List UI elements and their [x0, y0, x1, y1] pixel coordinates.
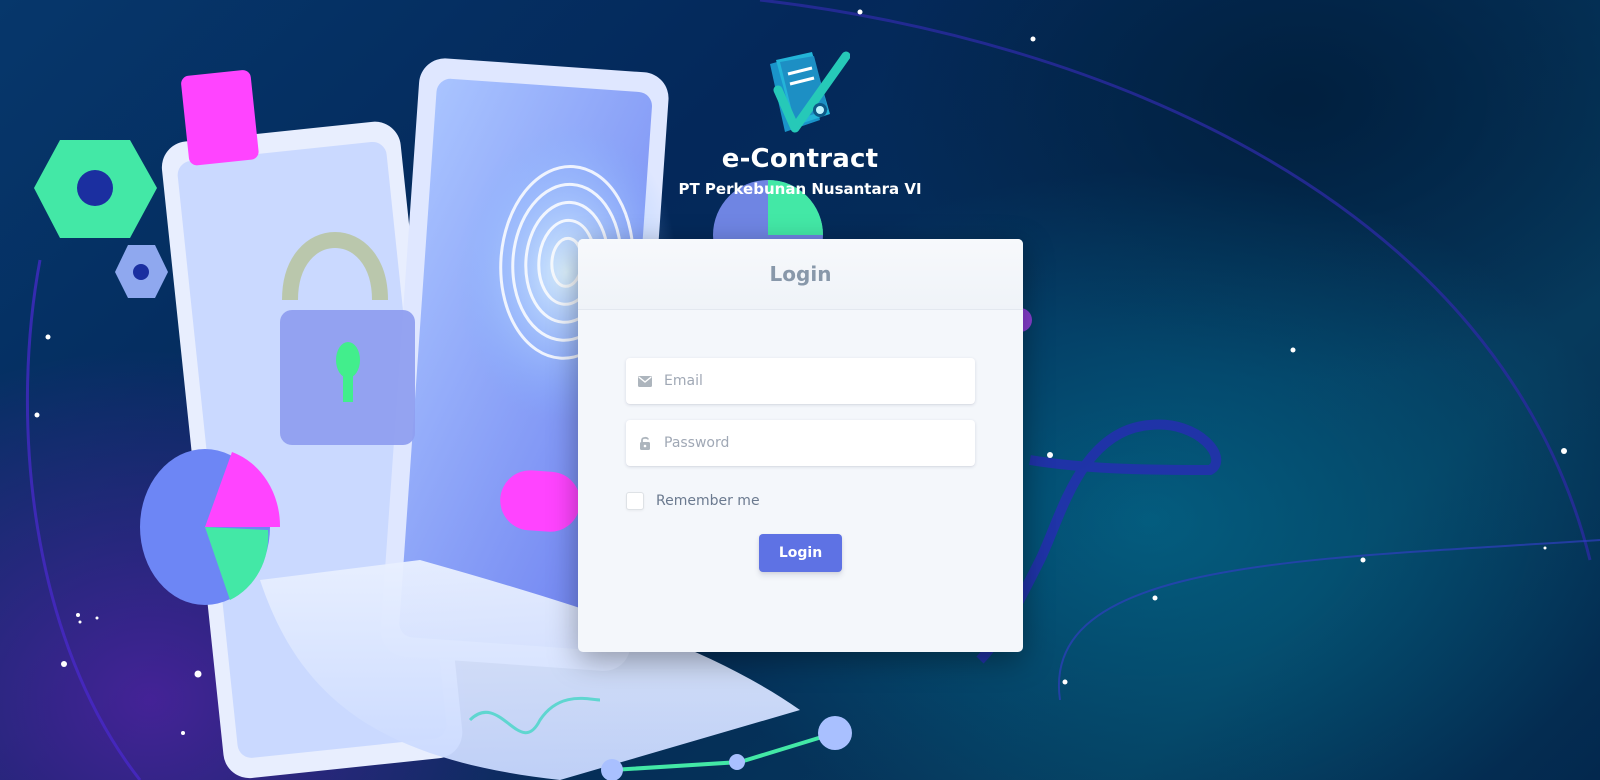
envelope-icon: [626, 375, 664, 387]
remember-me-row: Remember me: [626, 492, 975, 510]
app-title: e-Contract: [721, 144, 879, 174]
password-input-group: [626, 420, 975, 466]
company-name: PT Perkebunan Nusantara VI: [678, 180, 922, 198]
login-card-header: Login: [578, 239, 1023, 310]
login-page: e-Contract PT Perkebunan Nusantara VI Lo…: [0, 0, 1600, 780]
remember-me-label[interactable]: Remember me: [656, 493, 760, 509]
brand-header: e-Contract PT Perkebunan Nusantara VI: [640, 50, 960, 198]
remember-me-checkbox[interactable]: [626, 492, 644, 510]
email-input-group: [626, 358, 975, 404]
login-card: Login Email Remember me Login: [578, 239, 1023, 652]
login-form: Remember me Login: [578, 310, 1023, 572]
contract-document-icon: [770, 51, 850, 133]
email-field[interactable]: [664, 359, 975, 403]
login-title: Login: [769, 262, 832, 286]
password-field[interactable]: [664, 421, 975, 465]
submit-row: Login: [626, 534, 975, 572]
login-button[interactable]: Login: [758, 534, 843, 572]
lock-icon: [626, 436, 664, 450]
